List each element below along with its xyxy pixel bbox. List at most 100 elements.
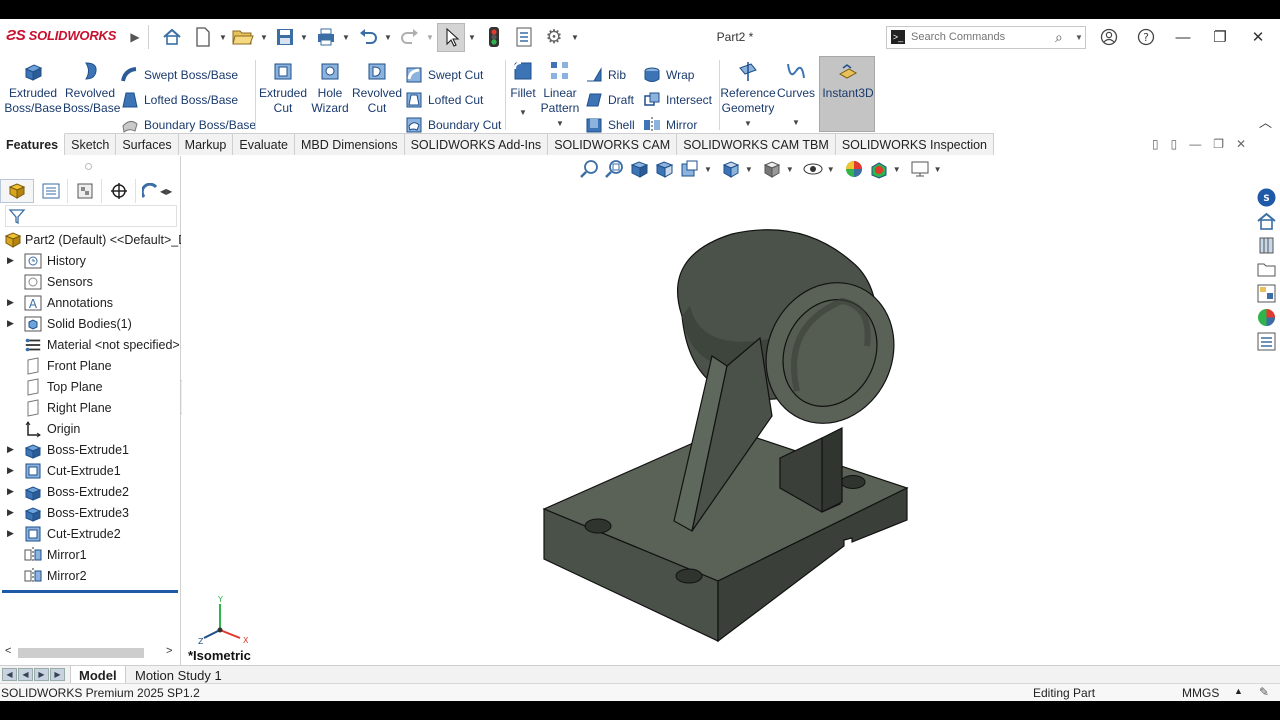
revolved-boss-base-button[interactable]: Revolved Boss/Base [62,58,120,132]
tab-solidworks-inspection[interactable]: SOLIDWORKS Inspection [835,133,995,155]
3d-model-pillow-block[interactable] [522,216,912,646]
edit-appearance-icon[interactable] [843,159,865,179]
wrap-button[interactable]: Wrap [643,64,694,86]
extruded-cut-button[interactable]: Extruded Cut [258,58,308,132]
tree-item-origin[interactable]: Origin [0,418,181,439]
appearances-icon[interactable] [1256,307,1277,328]
chevron-down-icon[interactable]: ▼ [745,165,753,174]
chevron-down-icon[interactable]: ▼ [1075,33,1083,42]
expand-arrow-icon[interactable]: ▶ [7,486,17,497]
units-menu-icon[interactable]: ▲ [1234,686,1243,696]
reference-geometry-button[interactable]: Reference Geometry ▼ [720,58,776,132]
zoom-to-area-icon[interactable] [604,159,626,179]
display-style-icon[interactable] [761,159,783,179]
last-tab-icon[interactable]: ▶ [50,668,65,681]
redo-icon[interactable] [399,26,421,48]
dynamic-annotation-icon[interactable] [679,159,701,179]
tree-item-boss-extrude3[interactable]: ▶ Boss-Extrude3 [0,502,181,523]
expand-arrow-icon[interactable]: ▶ [7,255,17,266]
configuration-manager-tab[interactable] [68,179,102,203]
prev-tab-icon[interactable]: ◀ [18,668,33,681]
customize-status-icon[interactable]: ✎ [1259,685,1269,699]
swept-boss-base-button[interactable]: Swept Boss/Base [121,64,238,86]
fillet-button[interactable]: Fillet ▼ [508,58,538,132]
tab-solidworks-add-ins[interactable]: SOLIDWORKS Add-Ins [404,133,549,155]
search-input[interactable] [911,31,1051,43]
menu-expand-icon[interactable]: ▶ [124,26,146,48]
hide-show-items-icon[interactable] [802,159,824,179]
extruded-boss-base-button[interactable]: Extruded Boss/Base [4,58,62,132]
expand-arrow-icon[interactable]: ▶ [7,507,17,518]
tree-item-cut-extrude1[interactable]: ▶ Cut-Extrude1 [0,460,181,481]
view-settings-monitor-icon[interactable] [909,159,931,179]
search-commands-box[interactable]: >_ ⌕ ▼ [886,26,1086,49]
section-view-icon[interactable] [654,159,676,179]
collapse-ribbon-icon[interactable]: ︿ [1259,112,1272,131]
expand-arrow-icon[interactable]: ▶ [7,444,17,455]
tree-item-boss-extrude2[interactable]: ▶ Boss-Extrude2 [0,481,181,502]
draft-button[interactable]: Draft [585,89,634,111]
tree-item-top-plane[interactable]: Top Plane [0,376,181,397]
doc-close-icon[interactable]: ✕ [1236,137,1246,151]
print-icon[interactable] [315,26,337,48]
tree-filter-box[interactable] [5,205,177,227]
tab-features[interactable]: Features [0,133,66,155]
chevron-down-icon[interactable]: ▼ [934,165,942,174]
tree-item-mirror2[interactable]: Mirror2 [0,565,181,586]
search-icon[interactable]: ⌕ [1055,29,1063,46]
custom-properties-icon[interactable] [1256,331,1277,352]
select-tool-button[interactable] [437,23,465,52]
lofted-boss-base-button[interactable]: Lofted Boss/Base [121,89,238,111]
zoom-to-fit-icon[interactable] [579,159,601,179]
chevron-down-icon[interactable]: ▼ [744,116,752,131]
chevron-down-icon[interactable]: ▼ [893,165,901,174]
scrollbar-thumb[interactable] [18,648,144,658]
chevron-down-icon[interactable]: ▼ [571,33,579,42]
dimxpert-manager-tab[interactable] [102,179,136,203]
tree-item-solid-bodies[interactable]: ▶ Solid Bodies(1) [0,313,181,334]
home-icon[interactable] [161,26,183,48]
chevron-down-icon[interactable]: ▼ [384,33,392,42]
view-palette-icon[interactable] [1256,283,1277,304]
previous-view-icon[interactable] [629,159,651,179]
tab-evaluate[interactable]: Evaluate [233,133,296,155]
revolved-cut-button[interactable]: Revolved Cut [352,58,402,132]
tree-item-boss-extrude1[interactable]: ▶ Boss-Extrude1 [0,439,181,460]
solidworks-logo[interactable]: ƧS SOLIDWORKS [6,27,116,44]
close-icon[interactable]: ✕ [1245,26,1271,48]
chevron-down-icon[interactable]: ▼ [426,33,434,42]
scroll-left-icon[interactable]: < [5,645,11,657]
new-document-icon[interactable] [192,26,214,48]
lofted-cut-button[interactable]: Lofted Cut [405,89,483,111]
tab-surfaces[interactable]: Surfaces [116,133,179,155]
save-icon[interactable] [274,26,296,48]
chevron-down-icon[interactable]: ▼ [468,33,476,42]
swept-cut-button[interactable]: Swept Cut [405,64,483,86]
rib-button[interactable]: Rib [585,64,626,86]
tree-item-right-plane[interactable]: Right Plane [0,397,181,418]
open-folder-icon[interactable] [232,26,254,48]
design-library-icon[interactable] [1256,235,1277,256]
minimize-icon[interactable]: — [1170,26,1196,48]
tree-item-material[interactable]: Material <not specified> [0,334,181,355]
hole-wizard-button[interactable]: Hole Wizard [306,58,354,132]
tab-solidworks-cam-tbm[interactable]: SOLIDWORKS CAM TBM [677,133,836,155]
chevron-down-icon[interactable]: ▼ [704,165,712,174]
graphics-area[interactable]: ▼ ▼ ▼ ▼ ▼ ▼ Y X Z *Isometric [182,156,1252,665]
file-properties-icon[interactable] [513,26,535,48]
chevron-down-icon[interactable]: ▼ [556,116,564,131]
home-icon[interactable] [1256,211,1277,232]
scroll-right-icon[interactable]: > [166,645,172,657]
tree-item-sensors[interactable]: Sensors [0,271,181,292]
first-tab-icon[interactable]: ◀ [2,668,17,681]
help-icon[interactable]: ? [1133,26,1159,48]
panel-handle[interactable] [85,163,92,170]
chevron-down-icon[interactable]: ▼ [792,115,800,130]
undo-icon[interactable] [357,26,379,48]
tab-model[interactable]: Model [70,666,126,684]
chevron-down-icon[interactable]: ▼ [827,165,835,174]
chevron-down-icon[interactable]: ▼ [342,33,350,42]
tab-sketch[interactable]: Sketch [65,133,117,155]
next-tab-icon[interactable]: ▶ [34,668,49,681]
display-manager-tab[interactable]: ◀▶ [136,179,179,203]
